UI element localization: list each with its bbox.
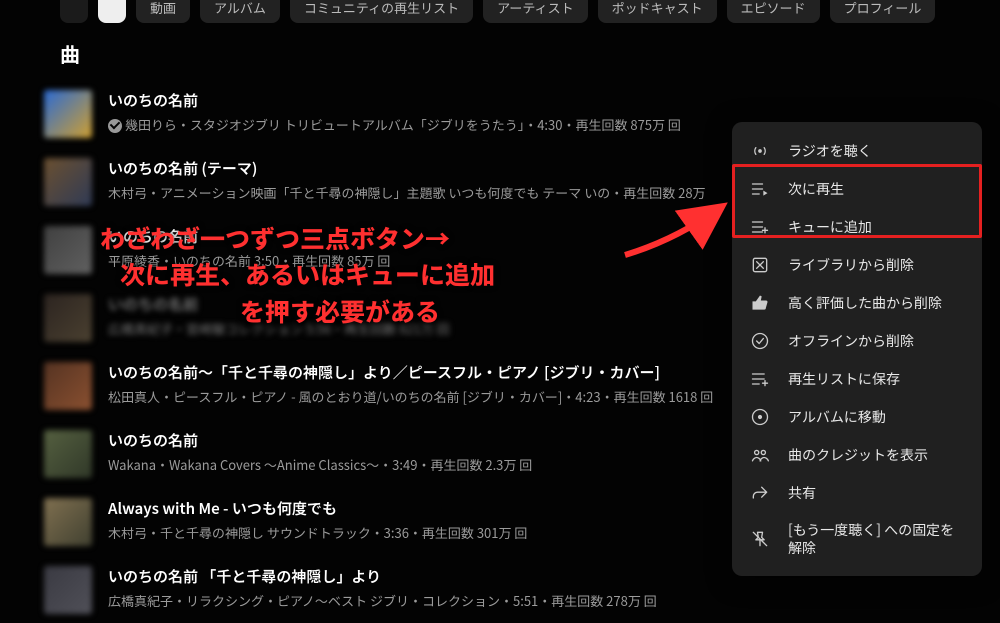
menu-item-label: オフラインから削除 [788, 332, 964, 350]
chip[interactable]: プロフィール [830, 0, 936, 23]
menu-item-offline-remove[interactable]: オフラインから削除 [732, 322, 982, 360]
unpin-icon [750, 529, 770, 549]
song-thumbnail [44, 294, 92, 342]
song-thumbnail [44, 566, 92, 614]
thumb-up-icon [750, 293, 770, 313]
chip[interactable]: アルバム [200, 0, 280, 23]
radio-icon [750, 141, 770, 161]
library-remove-icon [750, 255, 770, 275]
menu-item-label: ライブラリから削除 [788, 256, 964, 274]
song-title: いのちの名前 [108, 90, 984, 111]
song-thumbnail [44, 158, 92, 206]
menu-item-thumb-up[interactable]: 高く評価した曲から削除 [732, 284, 982, 322]
menu-item-label: 共有 [788, 484, 964, 502]
menu-item-library-remove[interactable]: ライブラリから削除 [732, 246, 982, 284]
chip[interactable]: アーティスト [483, 0, 587, 23]
menu-item-label: 高く評価した曲から削除 [788, 294, 964, 312]
verified-badge-icon [108, 119, 122, 133]
menu-item-label: 曲のクレジットを表示 [788, 446, 964, 464]
section-title-songs: 曲 [0, 29, 1000, 82]
menu-item-label: ラジオを聴く [788, 142, 964, 160]
chip[interactable]: ポッドキャスト [598, 0, 717, 23]
menu-item-label: アルバムに移動 [788, 408, 964, 426]
chip[interactable]: エピソード [727, 0, 820, 23]
menu-item-radio[interactable]: ラジオを聴く [732, 132, 982, 170]
filter-chips: 動画 アルバム コミュニティの再生リスト アーティスト ポッドキャスト エピソー… [0, 0, 1000, 29]
menu-item-label: 次に再生 [788, 180, 964, 198]
playlist-add-icon [750, 369, 770, 389]
menu-item-label: [もう一度聴く] への固定を解除 [788, 521, 964, 557]
menu-item-label: キューに追加 [788, 218, 964, 236]
menu-item-album[interactable]: アルバムに移動 [732, 398, 982, 436]
song-thumbnail [44, 362, 92, 410]
menu-item-playlist-add[interactable]: 再生リストに保存 [732, 360, 982, 398]
queue-icon [750, 217, 770, 237]
menu-item-credits[interactable]: 曲のクレジットを表示 [732, 436, 982, 474]
offline-remove-icon [750, 331, 770, 351]
song-subtitle: 広橋真紀子・リラクシング・ピアノ～ベスト ジブリ・コレクション・5:51・再生回… [108, 591, 984, 610]
context-menu: ラジオを聴く次に再生キューに追加ライブラリから削除高く評価した曲から削除オフライ… [732, 122, 982, 576]
credits-icon [750, 445, 770, 465]
song-thumbnail [44, 498, 92, 546]
chip[interactable] [60, 0, 88, 23]
chip[interactable]: コミュニティの再生リスト [290, 0, 473, 23]
song-thumbnail [44, 226, 92, 274]
menu-item-share[interactable]: 共有 [732, 474, 982, 512]
song-thumbnail [44, 90, 92, 138]
album-icon [750, 407, 770, 427]
menu-item-play-next[interactable]: 次に再生 [732, 170, 982, 208]
chip[interactable] [98, 0, 126, 23]
share-icon [750, 483, 770, 503]
chip[interactable]: 動画 [136, 0, 190, 23]
menu-item-label: 再生リストに保存 [788, 370, 964, 388]
song-thumbnail [44, 430, 92, 478]
play-next-icon [750, 179, 770, 199]
menu-item-queue[interactable]: キューに追加 [732, 208, 982, 246]
menu-item-unpin[interactable]: [もう一度聴く] への固定を解除 [732, 512, 982, 566]
